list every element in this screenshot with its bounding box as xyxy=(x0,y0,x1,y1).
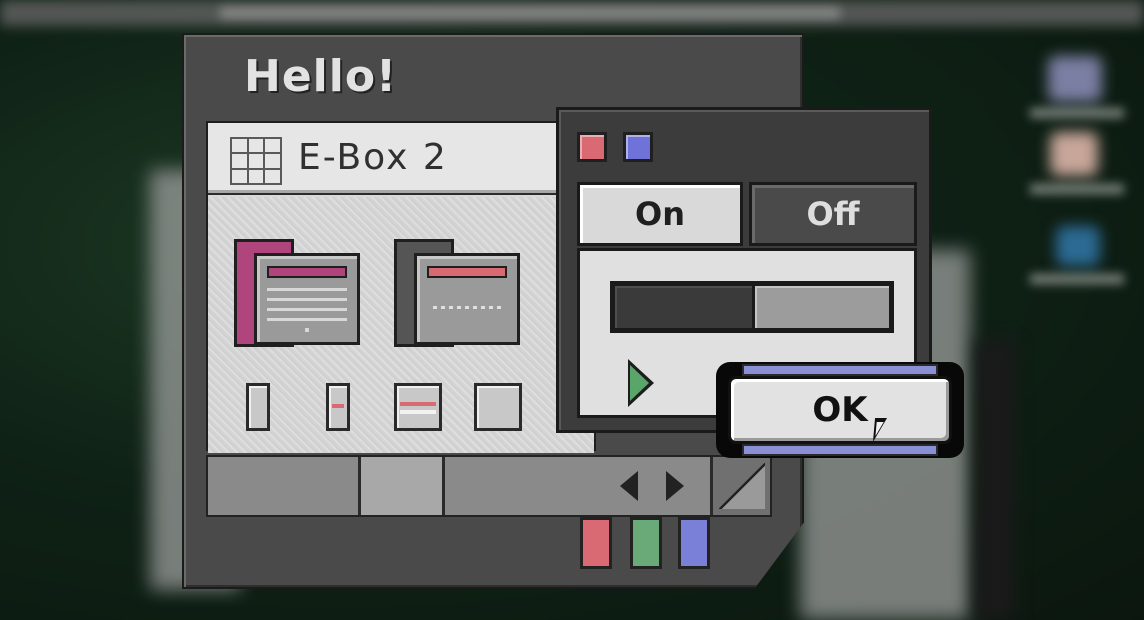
window-title: Hello! xyxy=(244,51,398,102)
slider-fill xyxy=(615,286,752,328)
desktop-icon-label xyxy=(1030,184,1124,194)
bottom-segment[interactable] xyxy=(361,457,445,515)
desktop-icon-label xyxy=(1030,108,1124,118)
desktop-icon-disk[interactable] xyxy=(1048,56,1102,102)
vertical-bar-icon[interactable] xyxy=(246,383,270,431)
close-square-button[interactable] xyxy=(577,132,607,162)
slider-track xyxy=(755,286,889,328)
bottom-segment[interactable] xyxy=(208,457,361,515)
folder-front xyxy=(254,253,360,345)
folder-dot xyxy=(305,328,309,332)
color-tab-red[interactable] xyxy=(580,517,612,569)
resize-icon[interactable] xyxy=(710,457,770,515)
grid-icon[interactable] xyxy=(230,137,282,185)
arrow-left-icon[interactable] xyxy=(620,471,638,501)
ok-button-accent-top xyxy=(742,364,938,376)
content-body xyxy=(208,197,594,453)
box-label: E-Box 2 xyxy=(298,137,448,178)
ok-button[interactable]: OK xyxy=(728,376,952,444)
red-stripe-bar-icon[interactable] xyxy=(326,383,350,431)
folder-bar xyxy=(267,266,347,278)
desktop-icon-label xyxy=(1030,274,1124,284)
play-icon[interactable] xyxy=(628,359,654,407)
stripe xyxy=(400,410,436,414)
cursor-icon xyxy=(872,418,888,442)
folder-dotline xyxy=(433,306,503,309)
window-bottom-bar xyxy=(206,455,772,517)
desktop-icon-folder[interactable] xyxy=(1056,226,1100,266)
zoom-square-button[interactable] xyxy=(623,132,653,162)
stripe xyxy=(400,402,436,406)
arrow-right-icon[interactable] xyxy=(666,471,684,501)
desktop-icon-app[interactable] xyxy=(1050,132,1098,176)
folder-lines xyxy=(267,288,347,324)
background-window-shadow xyxy=(975,340,1015,620)
progress-slider[interactable] xyxy=(610,281,894,333)
toggle-off-button[interactable]: Off xyxy=(749,182,917,246)
magenta-folder-icon[interactable] xyxy=(234,239,364,349)
color-tab-blue[interactable] xyxy=(678,517,710,569)
menu-bar-items xyxy=(220,8,840,18)
folder-bar xyxy=(427,266,507,278)
ok-button-group: OK xyxy=(716,362,964,458)
toggle-on-button[interactable]: On xyxy=(577,182,743,246)
content-header: E-Box 2 xyxy=(208,123,594,195)
ok-button-accent-bottom xyxy=(742,444,938,456)
folder-front xyxy=(414,253,520,345)
square-block-icon[interactable] xyxy=(474,383,522,431)
stripe xyxy=(332,404,344,408)
content-area: E-Box 2 xyxy=(206,121,596,453)
gray-folder-icon[interactable] xyxy=(394,239,524,349)
striped-block-icon[interactable] xyxy=(394,383,442,431)
color-tab-green[interactable] xyxy=(630,517,662,569)
